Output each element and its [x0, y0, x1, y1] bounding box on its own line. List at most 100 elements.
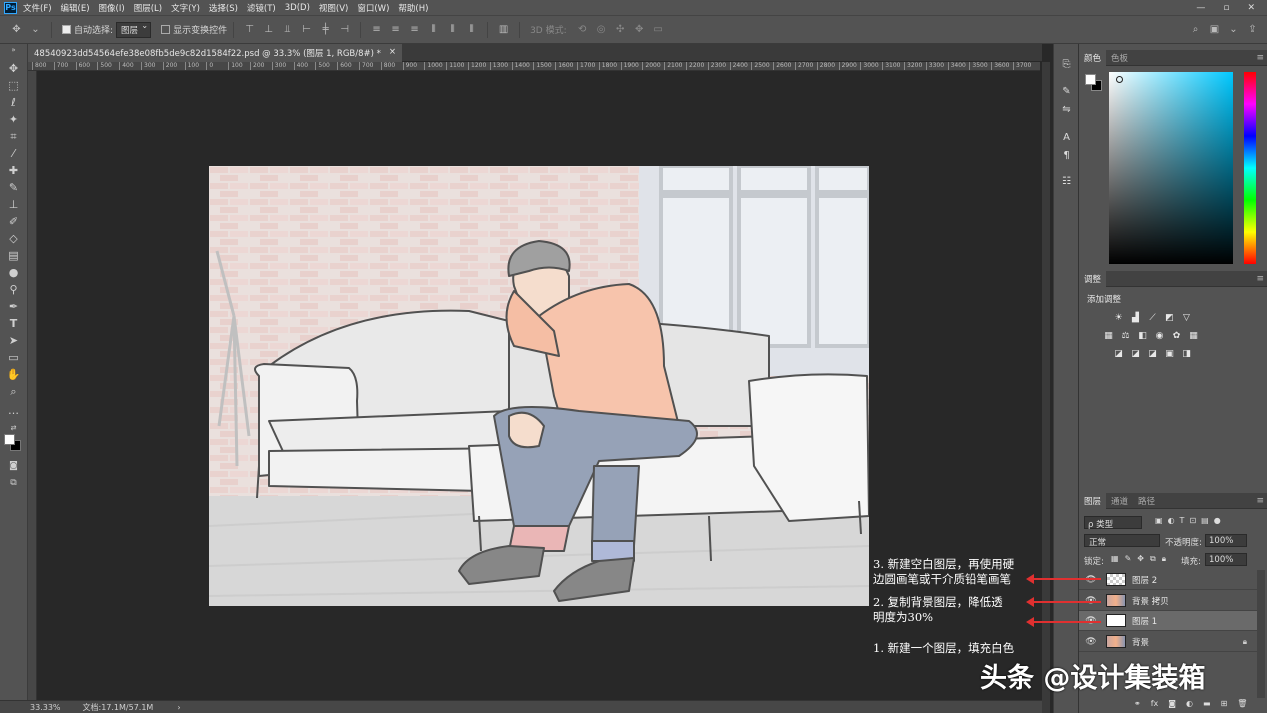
menu-help[interactable]: 帮助(H)	[398, 2, 428, 14]
vertical-scrollbar[interactable]	[1042, 62, 1050, 713]
panel-menu-icon[interactable]: ≡	[1256, 53, 1264, 63]
chevron-down-icon[interactable]: ⌄	[29, 24, 42, 36]
brush-icon[interactable]: ✎	[5, 180, 22, 195]
layer-row[interactable]: 👁︎ 背景 拷贝	[1079, 591, 1257, 611]
restore-icon[interactable]: ▫	[1223, 3, 1229, 13]
roll-3d-icon[interactable]: ◎	[595, 24, 608, 36]
marquee-icon[interactable]: ⬚	[5, 78, 22, 93]
foreground-color-swatch[interactable]	[4, 434, 15, 445]
distribute-vcenter-icon[interactable]: ≡	[389, 24, 402, 36]
swap-colors-icon[interactable]: ⇄	[5, 420, 22, 435]
gradient-icon[interactable]: ▤	[5, 248, 22, 263]
properties-panel-icon[interactable]: ☷	[1059, 174, 1074, 188]
clone-source-icon[interactable]: ⇋	[1059, 102, 1074, 116]
crop-icon[interactable]: ⌗	[5, 129, 22, 144]
history-brush-icon[interactable]: ✐	[5, 214, 22, 229]
layer-row[interactable]: 👁︎ 图层 2	[1079, 570, 1257, 590]
filter-adjustment-icon[interactable]: ◐	[1168, 516, 1175, 525]
dodge-icon[interactable]: ⚲	[5, 282, 22, 297]
menu-type[interactable]: 文字(Y)	[171, 2, 200, 14]
menu-image[interactable]: 图像(I)	[99, 2, 125, 14]
curves-icon[interactable]: ⟋	[1147, 312, 1158, 323]
status-menu-arrow[interactable]: ›	[177, 703, 180, 712]
black-white-icon[interactable]: ◧	[1137, 330, 1148, 341]
lasso-icon[interactable]: ℓ	[5, 95, 22, 110]
zoom-level[interactable]: 33.33%	[30, 703, 61, 712]
distribute-right-icon[interactable]: ⦀	[465, 24, 478, 36]
tab-close-icon[interactable]: ×	[389, 47, 396, 59]
eraser-icon[interactable]: ◇	[5, 231, 22, 246]
photo-filter-icon[interactable]: ◉	[1154, 330, 1165, 341]
auto-select-target-dropdown[interactable]: 图层	[116, 21, 152, 38]
orbit-3d-icon[interactable]: ⟲	[576, 24, 589, 36]
filter-toggle-icon[interactable]: ●	[1214, 516, 1221, 525]
document-tab[interactable]: 48540923dd54564efe38e08fb5de9c82d1584f22…	[28, 44, 403, 62]
menu-view[interactable]: 视图(V)	[319, 2, 348, 14]
panel-menu-icon[interactable]: ≡	[1256, 274, 1264, 284]
color-foreground-swatch[interactable]	[1085, 74, 1096, 85]
scale-3d-icon[interactable]: ▭	[652, 24, 665, 36]
collapse-icon[interactable]: »	[5, 46, 22, 54]
zoom-icon[interactable]: ⌕	[5, 384, 22, 399]
menu-window[interactable]: 窗口(W)	[357, 2, 389, 14]
paragraph-panel-icon[interactable]: ¶	[1059, 148, 1074, 162]
new-group-icon[interactable]: ▬	[1203, 699, 1211, 708]
tab-adjustments[interactable]: 调整	[1079, 270, 1107, 287]
menu-file[interactable]: 文件(F)	[23, 2, 52, 14]
minimize-icon[interactable]: —	[1196, 3, 1205, 13]
history-panel-icon[interactable]: ⎘	[1059, 57, 1074, 71]
lock-position-icon[interactable]: ✥	[1137, 554, 1144, 564]
more-icon[interactable]: …	[5, 403, 22, 418]
layer-filter-dropdown[interactable]: ρ 类型	[1084, 516, 1142, 530]
slide-3d-icon[interactable]: ✥	[633, 24, 646, 36]
search-icon[interactable]: ⌕	[1189, 24, 1202, 36]
align-top-icon[interactable]: ⊤	[243, 24, 256, 36]
auto-align-icon[interactable]: ▥	[497, 24, 510, 36]
exposure-icon[interactable]: ◩	[1164, 312, 1175, 323]
delete-layer-icon[interactable]: 🗑︎	[1237, 699, 1247, 708]
quick-mask-icon[interactable]: ◙	[5, 458, 22, 473]
pan-3d-icon[interactable]: ✣	[614, 24, 627, 36]
filter-type-icon[interactable]: T	[1180, 516, 1185, 525]
tab-channels[interactable]: 通道	[1106, 493, 1133, 509]
menu-layer[interactable]: 图层(L)	[134, 2, 162, 14]
menu-edit[interactable]: 编辑(E)	[61, 2, 90, 14]
share-icon[interactable]: ⇪	[1246, 24, 1259, 36]
type-icon[interactable]: T	[5, 316, 22, 331]
lock-all-icon[interactable]: 🔒︎	[1162, 554, 1166, 564]
color-picker-field[interactable]	[1109, 72, 1233, 264]
fx-icon[interactable]: fx	[1151, 699, 1159, 708]
gradient-map-icon[interactable]: ◨	[1181, 348, 1192, 359]
move-tool-icon[interactable]: ✥	[10, 24, 23, 36]
color-balance-icon[interactable]: ⚖	[1120, 330, 1131, 341]
layers-scrollbar[interactable]	[1257, 570, 1265, 698]
tab-swatches[interactable]: 色板	[1106, 50, 1133, 66]
align-hcenter-icon[interactable]: ╪	[319, 24, 332, 36]
brush-settings-icon[interactable]: ✎	[1059, 84, 1074, 98]
show-transform-checkbox[interactable]	[161, 25, 171, 34]
panel-menu-icon[interactable]: ≡	[1256, 496, 1264, 506]
tab-paths[interactable]: 路径	[1133, 493, 1160, 509]
visibility-eye-icon[interactable]: 👁︎	[1084, 637, 1098, 647]
lock-artboard-icon[interactable]: ⧉	[1150, 554, 1156, 564]
pen-icon[interactable]: ✒	[5, 299, 22, 314]
filter-shape-icon[interactable]: ⊡	[1189, 516, 1196, 525]
add-mask-icon[interactable]: ◙	[1168, 699, 1176, 708]
blur-icon[interactable]: ●	[5, 265, 22, 280]
close-icon[interactable]: ✕	[1247, 3, 1255, 13]
stamp-icon[interactable]: ⊥	[5, 197, 22, 212]
distribute-left-icon[interactable]: ⦀	[427, 24, 440, 36]
menu-3d[interactable]: 3D(D)	[285, 3, 310, 13]
lock-image-icon[interactable]: ✎	[1125, 554, 1132, 564]
levels-icon[interactable]: ▟	[1130, 312, 1141, 323]
move-icon[interactable]: ✥	[5, 61, 22, 76]
hue-slider[interactable]	[1244, 72, 1256, 264]
distribute-hcenter-icon[interactable]: ⦀	[446, 24, 459, 36]
hand-icon[interactable]: ✋	[5, 367, 22, 382]
menu-select[interactable]: 选择(S)	[209, 2, 238, 14]
new-adjustment-icon[interactable]: ◐	[1186, 699, 1193, 708]
auto-select-checkbox[interactable]	[62, 25, 71, 34]
menu-filter[interactable]: 滤镜(T)	[247, 2, 276, 14]
hue-saturation-icon[interactable]: ▦	[1103, 330, 1114, 341]
new-layer-icon[interactable]: ⊞	[1221, 699, 1228, 708]
